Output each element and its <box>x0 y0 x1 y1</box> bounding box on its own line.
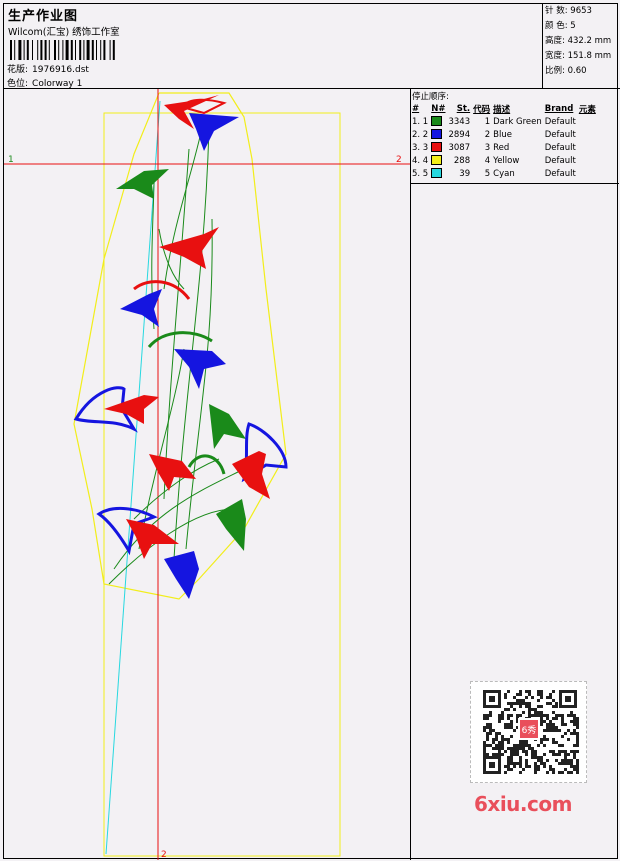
pattern-value: 1976916.dst <box>32 65 89 75</box>
pattern-label: 花版: <box>7 65 29 75</box>
qr-code: 6秀 <box>470 681 587 783</box>
row-brand: Default <box>544 155 576 166</box>
axis-label-left: 1 <box>8 155 14 165</box>
axis-label-bottom: 2 <box>161 850 167 860</box>
row-code: 3 <box>484 142 491 153</box>
row-swatch <box>431 128 448 141</box>
sheet-title: 生产作业图 <box>8 9 79 24</box>
row-index: 5. 5 <box>412 168 429 179</box>
stop-sequence-panel: 停止顺序: # N# St. 代码 描述 Brand 元素 1. 1 3343 1 D… <box>410 89 619 184</box>
stat-colors: 颜 色: 5 <box>545 21 576 31</box>
table-row: 5. 5 39 5 Cyan Default <box>412 167 599 180</box>
row-code: 4 <box>484 155 491 166</box>
row-element <box>579 154 599 167</box>
color-swatch <box>431 142 443 153</box>
row-stitches: 3087 <box>448 142 471 153</box>
qr-badge-text: 6秀 <box>522 724 537 736</box>
row-stitches: 2894 <box>448 129 471 140</box>
row-stitches: 288 <box>453 155 471 166</box>
row-swatch <box>431 167 448 180</box>
table-row: 3. 3 3087 3 Red Default <box>412 141 599 154</box>
row-swatch <box>431 154 448 167</box>
cyan-travel-line <box>105 100 161 855</box>
row-index: 2. 2 <box>412 129 429 140</box>
row-stitches: 39 <box>459 168 471 179</box>
col-needle: N# <box>431 103 446 114</box>
row-code: 2 <box>484 129 491 140</box>
stop-sequence-title: 停止顺序: <box>412 92 449 102</box>
production-sheet: 生产作业图 Wilcom(汇宝) 绣饰工作室 花版: 1976916.dst 色位… <box>3 3 620 860</box>
row-index: 4. 4 <box>412 155 429 166</box>
design-preview: 1 2 2 <box>4 89 411 860</box>
row-description: Red <box>493 142 510 153</box>
stats-panel: 针 数: 9653 颜 色: 5 高度: 432.2 mm 宽度: 151.8 … <box>542 4 620 89</box>
stat-width: 宽度: 151.8 mm <box>545 51 612 61</box>
table-header-row: # N# St. 代码 描述 Brand 元素 <box>412 102 599 115</box>
row-brand: Default <box>544 129 576 140</box>
col-brand: Brand <box>544 103 574 114</box>
row-brand: Default <box>544 168 576 179</box>
stat-height: 高度: 432.2 mm <box>545 36 612 46</box>
col-stitches: St. <box>456 103 471 114</box>
stat-scale: 比例: 0.60 <box>545 66 587 76</box>
color-swatch <box>431 168 443 179</box>
barcode <box>10 40 115 60</box>
row-element <box>579 141 599 154</box>
row-swatch <box>431 141 448 154</box>
hoop-outline <box>103 112 341 857</box>
row-description: Blue <box>493 129 512 140</box>
col-index: # <box>412 103 420 114</box>
table-row: 2. 2 2894 2 Blue Default <box>412 128 599 141</box>
row-swatch <box>431 115 448 128</box>
row-element <box>579 115 599 128</box>
axis-label-right: 2 <box>396 155 402 165</box>
color-swatch <box>431 116 443 127</box>
row-description: Cyan <box>493 168 515 179</box>
color-swatch <box>431 129 443 140</box>
row-stitches: 3343 <box>448 116 471 127</box>
row-brand: Default <box>544 142 576 153</box>
row-description: Yellow <box>493 155 520 166</box>
col-description: 描述 <box>493 104 511 115</box>
stat-stitches: 针 数: 9653 <box>545 6 592 16</box>
row-index: 1. 1 <box>412 116 429 127</box>
design-outline <box>73 92 287 600</box>
row-element <box>579 167 599 180</box>
flower-motifs <box>73 95 288 599</box>
row-index: 3. 3 <box>412 142 429 153</box>
col-code: 代码 <box>473 104 491 115</box>
color-sequence-table: # N# St. 代码 描述 Brand 元素 1. 1 3343 1 Dark Gr… <box>412 102 599 180</box>
row-code: 5 <box>484 168 491 179</box>
watermark-logo: 6xiu.com <box>474 792 572 816</box>
row-brand: Default <box>544 116 576 127</box>
pattern-field: 花版: 1976916.dst <box>7 62 89 75</box>
table-row: 4. 4 288 4 Yellow Default <box>412 154 599 167</box>
row-element <box>579 128 599 141</box>
company-name: Wilcom(汇宝) 绣饰工作室 <box>8 27 120 38</box>
row-code: 1 <box>484 116 491 127</box>
table-row: 1. 1 3343 1 Dark Green Default <box>412 115 599 128</box>
col-element: 元素 <box>578 104 596 115</box>
color-swatch <box>431 155 443 166</box>
embroidery-canvas: 1 2 2 <box>4 89 410 860</box>
row-description: Dark Green <box>493 116 542 127</box>
